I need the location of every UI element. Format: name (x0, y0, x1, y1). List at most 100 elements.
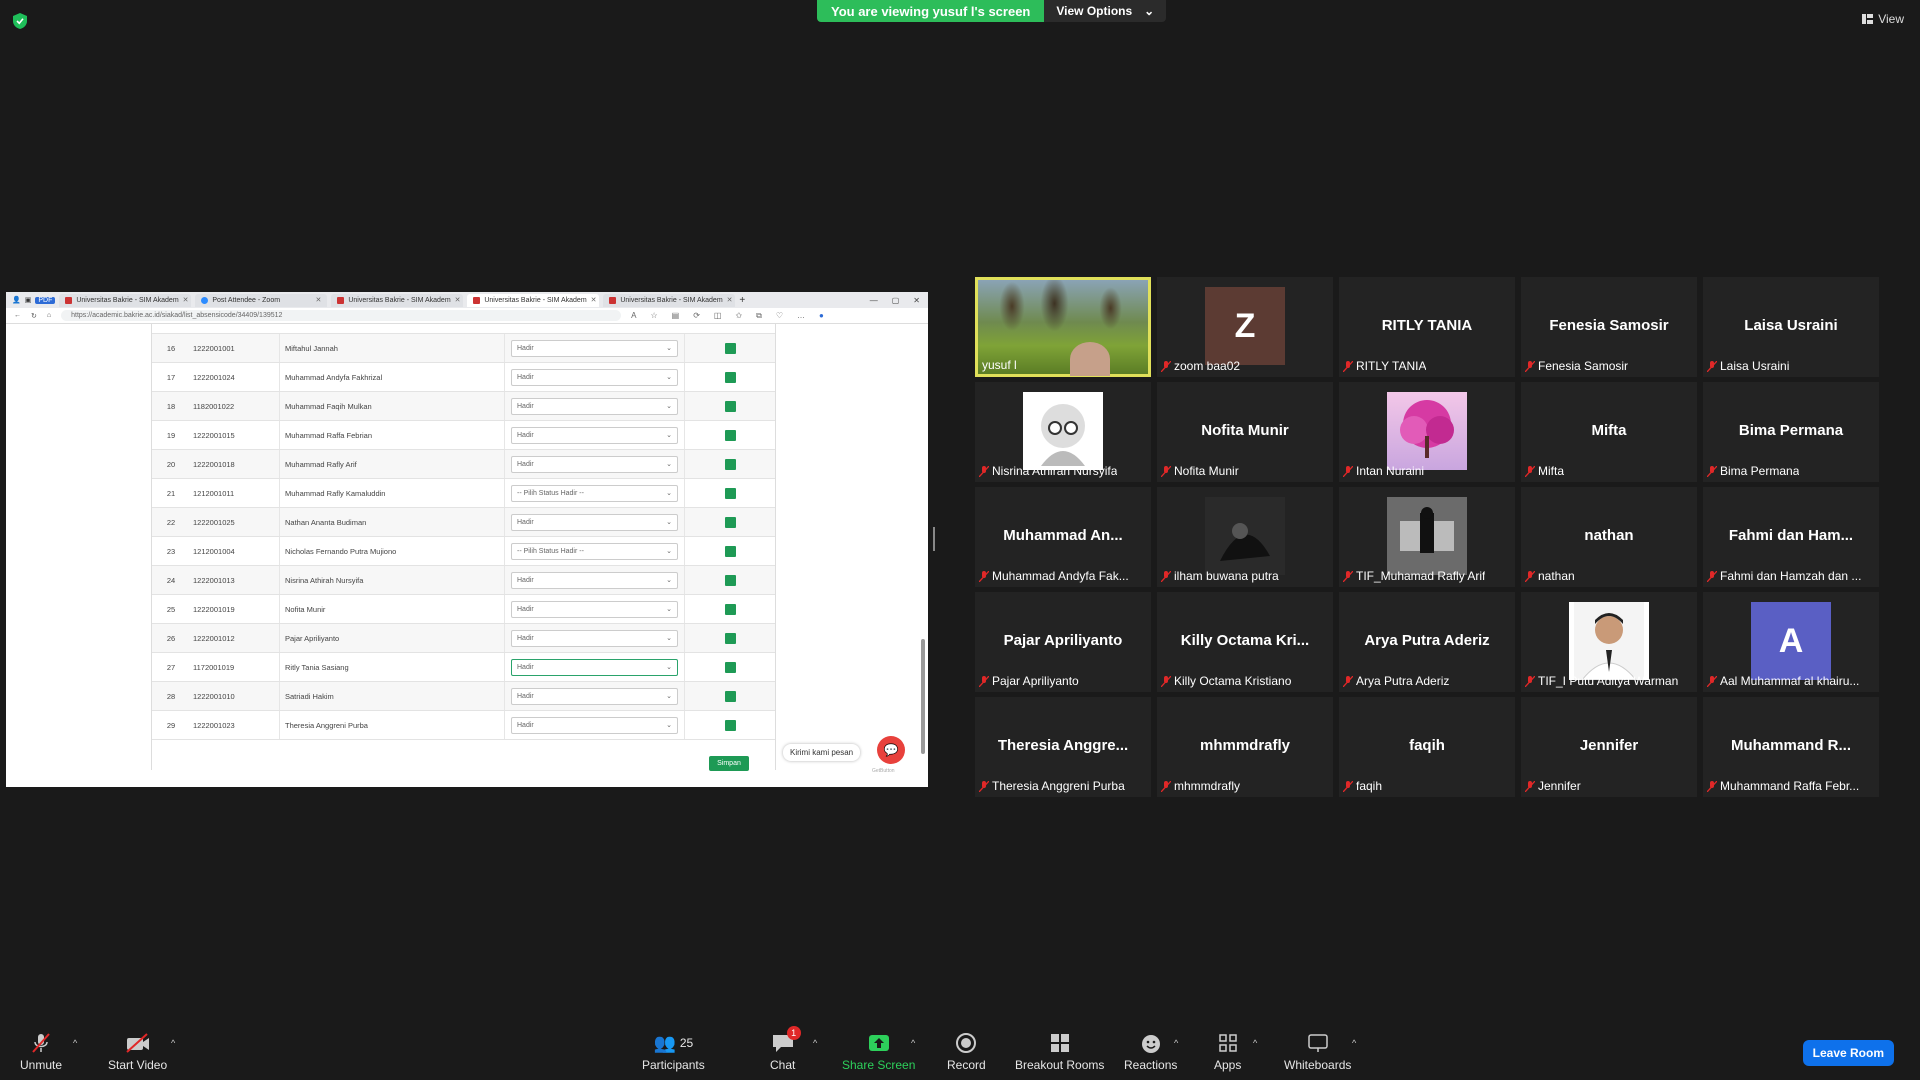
whiteboards-button[interactable]: Whiteboards (1284, 1032, 1351, 1072)
start-video-button[interactable]: Start Video (108, 1032, 167, 1072)
split-screen-icon[interactable]: ◫ (714, 311, 722, 321)
save-row-icon[interactable] (724, 690, 736, 702)
close-tab-icon[interactable]: ✕ (183, 296, 189, 304)
back-icon[interactable]: ← (14, 312, 21, 319)
extension-icon[interactable]: ▤ (672, 311, 680, 321)
participant-tile[interactable]: Zzoom baa02 (1157, 277, 1333, 377)
participant-tile[interactable]: Fahmi dan Ham... Fahmi dan Hamzah dan ... (1703, 487, 1879, 587)
participant-tile[interactable]: RITLY TANIA RITLY TANIA (1339, 277, 1515, 377)
save-row-icon[interactable] (724, 603, 736, 615)
save-row-icon[interactable] (724, 574, 736, 586)
reactions-options-caret[interactable]: ^ (1174, 1038, 1178, 1048)
copilot-icon[interactable]: ● (819, 311, 824, 321)
participant-tile[interactable]: A Aal Muhammaf al khairu... (1703, 592, 1879, 692)
pdf-icon[interactable]: PDF (35, 296, 56, 304)
participant-tile[interactable]: Nofita Munir Nofita Munir (1157, 382, 1333, 482)
share-screen-button[interactable]: Share Screen (842, 1032, 915, 1072)
chat-button[interactable]: 1 Chat (770, 1026, 801, 1072)
participant-tile[interactable]: Jennifer Jennifer (1521, 697, 1697, 797)
minimize-icon[interactable]: — (870, 296, 878, 305)
address-bar[interactable]: https://academic.bakrie.ac.id/siakad/lis… (61, 310, 622, 321)
whiteboards-options-caret[interactable]: ^ (1352, 1038, 1356, 1048)
close-tab-icon[interactable]: ✕ (455, 296, 461, 304)
participant-tile[interactable]: Laisa Usraini Laisa Usraini (1703, 277, 1879, 377)
leave-room-button[interactable]: Leave Room (1802, 1040, 1894, 1066)
participants-button[interactable]: 👥 25 Participants (642, 1032, 705, 1073)
status-select[interactable]: Hadir ⌄ (511, 368, 678, 386)
participant-tile[interactable]: Muhammad An... Muhammad Andyfa Fak... (975, 487, 1151, 587)
page-scrollbar[interactable] (921, 334, 925, 774)
apps-options-caret[interactable]: ^ (1253, 1038, 1257, 1048)
breakout-rooms-button[interactable]: Breakout Rooms (1015, 1032, 1104, 1072)
participant-tile[interactable]: Killy Octama Kri... Killy Octama Kristian… (1157, 592, 1333, 692)
scrollbar-thumb[interactable] (921, 639, 925, 754)
save-row-icon[interactable] (724, 632, 736, 644)
browser-tab[interactable]: Universitas Bakrie - SIM Akadem ✕ (59, 293, 192, 307)
save-row-icon[interactable] (724, 458, 736, 470)
browser-tab[interactable]: Universitas Bakrie - SIM Akadem ✕ (467, 293, 600, 307)
unmute-button[interactable]: Unmute (20, 1032, 62, 1072)
close-tab-icon[interactable]: ✕ (591, 296, 597, 304)
close-tab-icon[interactable]: ✕ (727, 296, 733, 304)
participant-tile[interactable]: yusuf l (975, 277, 1151, 377)
new-tab-icon[interactable]: + (739, 295, 745, 306)
browser-essentials-icon[interactable]: ♡ (776, 311, 783, 321)
record-button[interactable]: Record (947, 1032, 986, 1072)
status-select[interactable]: Hadir ⌄ (511, 397, 678, 415)
save-row-icon[interactable] (724, 545, 736, 557)
audio-options-caret[interactable]: ^ (73, 1038, 77, 1048)
status-select[interactable]: Hadir ⌄ (511, 455, 678, 473)
reactions-button[interactable]: Reactions (1124, 1032, 1177, 1072)
participant-tile[interactable]: ilham buwana putra (1157, 487, 1333, 587)
home-icon[interactable]: ⌂ (47, 312, 51, 319)
browser-tab[interactable]: Universitas Bakrie - SIM Akadem ✕ (603, 293, 736, 307)
participant-tile[interactable]: nathan nathan (1521, 487, 1697, 587)
profile-icon[interactable]: 👤 (12, 296, 21, 304)
more-menu-icon[interactable]: … (797, 311, 805, 321)
view-options-button[interactable]: View Options ⌄ (1044, 0, 1167, 22)
chat-prompt[interactable]: Kirimi kami pesan (783, 744, 861, 761)
view-button[interactable]: View (1862, 12, 1904, 26)
refresh-page-icon[interactable]: ⟳ (693, 311, 700, 321)
participant-tile[interactable]: TIF_Muhamad Rafly Arif (1339, 487, 1515, 587)
favorite-star-icon[interactable]: ☆ (650, 311, 657, 321)
save-row-icon[interactable] (724, 429, 736, 441)
chat-options-caret[interactable]: ^ (813, 1038, 817, 1048)
browser-tab[interactable]: Universitas Bakrie - SIM Akadem ✕ (331, 293, 464, 307)
participant-tile[interactable]: Bima Permana Bima Permana (1703, 382, 1879, 482)
simpan-button[interactable]: Simpan (709, 756, 749, 771)
read-aloud-icon[interactable]: A (631, 311, 636, 321)
encryption-shield-icon[interactable] (12, 12, 28, 30)
reload-icon[interactable]: ↻ (31, 312, 37, 320)
status-select[interactable]: Hadir ⌄ (511, 339, 678, 357)
participant-tile[interactable]: Intan Nuraini (1339, 382, 1515, 482)
status-select[interactable]: Hadir ⌄ (511, 629, 678, 647)
participant-tile[interactable]: Theresia Anggre... Theresia Anggreni Purb… (975, 697, 1151, 797)
status-select[interactable]: -- Pilih Status Hadir -- ⌄ (511, 484, 678, 502)
tab-actions-icon[interactable]: ▣ (25, 296, 32, 304)
save-row-icon[interactable] (724, 371, 736, 383)
status-select[interactable]: Hadir ⌄ (511, 600, 678, 618)
save-row-icon[interactable] (724, 719, 736, 731)
participant-tile[interactable]: mhmmdrafly mhmmdrafly (1157, 697, 1333, 797)
video-options-caret[interactable]: ^ (171, 1038, 175, 1048)
browser-tab[interactable]: Post Attendee - Zoom ✕ (195, 293, 328, 307)
save-row-icon[interactable] (724, 516, 736, 528)
maximize-icon[interactable]: ▢ (892, 296, 900, 305)
status-select[interactable]: Hadir ⌄ (511, 513, 678, 531)
chat-widget-icon[interactable]: 💬 (877, 736, 905, 764)
status-select[interactable]: Hadir ⌄ (511, 571, 678, 589)
save-row-icon[interactable] (724, 487, 736, 499)
participant-tile[interactable]: faqih faqih (1339, 697, 1515, 797)
collections-icon[interactable]: ⧉ (756, 311, 762, 321)
participant-tile[interactable]: Arya Putra Aderiz Arya Putra Aderiz (1339, 592, 1515, 692)
participant-tile[interactable]: Muhammand R... Muhammand Raffa Febr... (1703, 697, 1879, 797)
participant-tile[interactable]: Nisrina Athirah Nursyifa (975, 382, 1151, 482)
status-select[interactable]: Hadir ⌄ (511, 426, 678, 444)
close-tab-icon[interactable]: ✕ (315, 296, 321, 304)
close-window-icon[interactable]: ✕ (913, 296, 920, 305)
save-row-icon[interactable] (724, 342, 736, 354)
participant-tile[interactable]: Pajar Apriliyanto Pajar Apriliyanto (975, 592, 1151, 692)
status-select[interactable]: Hadir ⌄ (511, 658, 678, 676)
status-select[interactable]: Hadir ⌄ (511, 687, 678, 705)
